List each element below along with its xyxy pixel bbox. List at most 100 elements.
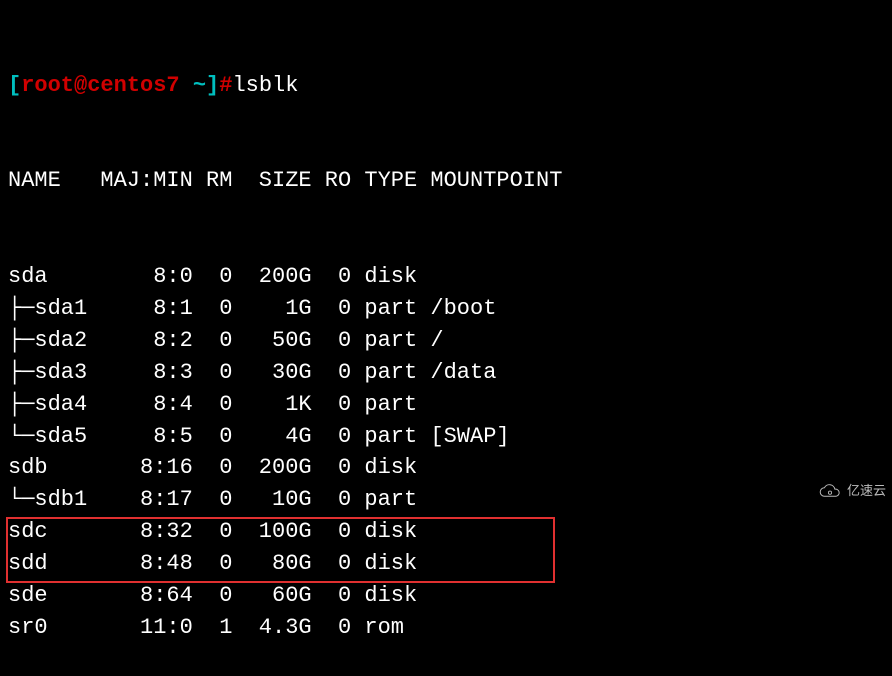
cell-rm: 0 (193, 421, 233, 453)
cell-name: sde (8, 580, 100, 612)
cell-rm: 0 (193, 484, 233, 516)
cell-maj: 8:4 (100, 389, 192, 421)
cell-name: ├─sda1 (8, 293, 100, 325)
header-size: SIZE (232, 165, 311, 197)
cell-ro: 0 (312, 516, 352, 548)
cell-maj: 8:5 (100, 421, 192, 453)
table-row: sr011:014.3G0 rom (8, 612, 884, 644)
cell-mount: / (430, 325, 443, 357)
cell-maj: 8:32 (100, 516, 192, 548)
cell-ro: 0 (312, 293, 352, 325)
cell-name: ├─sda4 (8, 389, 100, 421)
watermark-text: 亿速云 (847, 482, 886, 501)
cell-size: 4G (232, 421, 311, 453)
prompt-user: root (21, 70, 74, 102)
table-row: ├─sda18:101G0 part/boot (8, 293, 884, 325)
cell-size: 100G (232, 516, 311, 548)
cell-mount: /data (430, 357, 496, 389)
prompt-hash: # (219, 70, 232, 102)
header-type: TYPE (364, 165, 430, 197)
table-row: └─sdb18:17010G0 part (8, 484, 884, 516)
cell-name: └─sda5 (8, 421, 100, 453)
header-name: NAME (8, 165, 100, 197)
cell-name: ├─sda3 (8, 357, 100, 389)
cell-type: disk (364, 261, 430, 293)
cell-size: 1K (232, 389, 311, 421)
cell-ro: 0 (312, 357, 352, 389)
cloud-icon (816, 483, 844, 501)
table-row: sdb8:160200G0 disk (8, 452, 884, 484)
cell-ro: 0 (312, 548, 352, 580)
cell-rm: 0 (193, 516, 233, 548)
cell-size: 1G (232, 293, 311, 325)
header-mount: MOUNTPOINT (430, 165, 562, 197)
cell-name: sdd (8, 548, 100, 580)
prompt-bracket-open: [ (8, 70, 21, 102)
cell-type: part (364, 389, 430, 421)
table-row: sda8:00200G0 disk (8, 261, 884, 293)
cell-rm: 0 (193, 452, 233, 484)
cell-name: sda (8, 261, 100, 293)
cell-type: disk (364, 516, 430, 548)
cell-rm: 0 (193, 293, 233, 325)
prompt-host: centos7 (87, 70, 179, 102)
cell-type: disk (364, 548, 430, 580)
cell-maj: 11:0 (100, 612, 192, 644)
cell-name: └─sdb1 (8, 484, 100, 516)
cell-name: sr0 (8, 612, 100, 644)
cell-name: sdb (8, 452, 100, 484)
table-row: ├─sda48:401K0 part (8, 389, 884, 421)
cell-size: 30G (232, 357, 311, 389)
cell-rm: 1 (193, 612, 233, 644)
table-row: sde8:64060G0 disk (8, 580, 884, 612)
table-row: ├─sda28:2050G0 part/ (8, 325, 884, 357)
cell-ro: 0 (312, 452, 352, 484)
cell-size: 4.3G (232, 612, 311, 644)
header-ro: RO (312, 165, 352, 197)
prompt-path: ~ (180, 70, 206, 102)
table-row: └─sda58:504G0 part[SWAP] (8, 421, 884, 453)
cell-size: 200G (232, 261, 311, 293)
cell-type: disk (364, 580, 430, 612)
cell-maj: 8:16 (100, 452, 192, 484)
cell-type: part (364, 293, 430, 325)
cell-maj: 8:48 (100, 548, 192, 580)
terminal-output: [root@centos7 ~]#lsblk NAMEMAJ:MINRMSIZE… (0, 0, 892, 676)
cell-rm: 0 (193, 580, 233, 612)
cell-type: disk (364, 452, 430, 484)
cell-type: part (364, 421, 430, 453)
cell-type: part (364, 484, 430, 516)
prompt-bracket-close: ] (206, 70, 219, 102)
cell-type: part (364, 325, 430, 357)
table-row: ├─sda38:3030G0 part/data (8, 357, 884, 389)
cell-name: ├─sda2 (8, 325, 100, 357)
cell-type: rom (364, 612, 430, 644)
cell-rm: 0 (193, 389, 233, 421)
table-header: NAMEMAJ:MINRMSIZERO TYPEMOUNTPOINT (8, 165, 884, 197)
cell-ro: 0 (312, 484, 352, 516)
cell-size: 200G (232, 452, 311, 484)
cell-rm: 0 (193, 325, 233, 357)
cell-maj: 8:17 (100, 484, 192, 516)
header-maj: MAJ:MIN (100, 165, 192, 197)
cell-size: 50G (232, 325, 311, 357)
cell-ro: 0 (312, 325, 352, 357)
cell-maj: 8:1 (100, 293, 192, 325)
cell-type: part (364, 357, 430, 389)
cell-ro: 0 (312, 389, 352, 421)
cell-ro: 0 (312, 421, 352, 453)
command-text: lsblk (232, 70, 298, 102)
prompt-at: @ (74, 70, 87, 102)
cell-rm: 0 (193, 261, 233, 293)
watermark: 亿速云 (816, 482, 886, 501)
header-rm: RM (193, 165, 233, 197)
cell-name: sdc (8, 516, 100, 548)
table-row: sdd8:48080G0 disk (8, 548, 884, 580)
cell-maj: 8:2 (100, 325, 192, 357)
cell-rm: 0 (193, 357, 233, 389)
cell-maj: 8:64 (100, 580, 192, 612)
table-row: sdc8:320100G0 disk (8, 516, 884, 548)
cell-size: 60G (232, 580, 311, 612)
prompt-line[interactable]: [root@centos7 ~]#lsblk (8, 70, 884, 102)
cell-ro: 0 (312, 580, 352, 612)
